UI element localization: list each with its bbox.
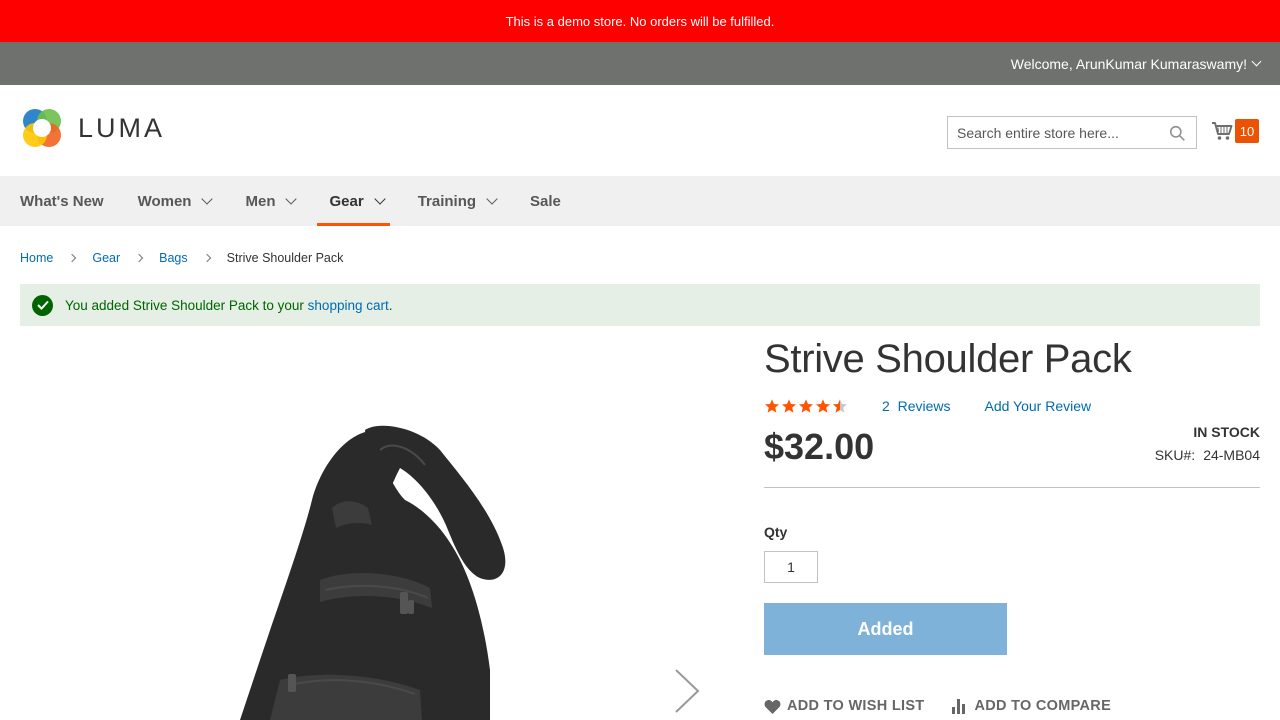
- cart-icon: [1212, 122, 1233, 140]
- add-to-wishlist-link[interactable]: ADD TO WISH LIST: [764, 698, 924, 714]
- gallery-next-arrow-icon[interactable]: [672, 668, 702, 714]
- add-to-cart-button[interactable]: Added: [764, 603, 1007, 655]
- chevron-right-icon: [68, 253, 77, 263]
- minicart-button[interactable]: 10: [1211, 119, 1259, 143]
- nav-item-label: Gear: [329, 192, 364, 210]
- sku-value: 24-MB04: [1203, 447, 1260, 463]
- nav-item-label: Women: [137, 192, 192, 210]
- nav-item-label: What's New: [20, 192, 104, 210]
- price-row: $32.00 IN STOCK SKU#: 24-MB04: [764, 424, 1260, 472]
- chevron-right-icon: [134, 253, 144, 263]
- nav-item-sale[interactable]: Sale: [530, 176, 561, 226]
- nav-item-whats-new[interactable]: What's New: [20, 176, 104, 226]
- product-image: [240, 425, 506, 720]
- message-text: You added Strive Shoulder Pack to your: [65, 297, 308, 313]
- compare-label: ADD TO COMPARE: [974, 698, 1112, 714]
- product-title: Strive Shoulder Pack: [764, 337, 1132, 381]
- breadcrumb-gear[interactable]: Gear: [92, 251, 120, 265]
- chevron-down-icon: [374, 192, 386, 205]
- demo-notice-text: This is a demo store. No orders will be …: [505, 13, 775, 29]
- star-icon: [816, 399, 830, 413]
- star-icon: [782, 399, 796, 413]
- breadcrumb-home[interactable]: Home: [20, 251, 53, 265]
- star-half-icon: [833, 399, 847, 413]
- reviews-label: Reviews: [897, 398, 951, 414]
- product-price: $32.00: [764, 426, 875, 467]
- qty-label: Qty: [764, 524, 788, 540]
- check-icon: [32, 294, 53, 316]
- customer-menu-toggle[interactable]: Welcome, ArunKumar Kumaraswamy!: [1010, 55, 1262, 72]
- product-info: Strive Shoulder Pack 2 Reviews Add Your …: [764, 334, 1260, 714]
- nav-item-gear[interactable]: Gear: [317, 176, 390, 226]
- demo-notice-bar: This is a demo store. No orders will be …: [0, 0, 1280, 42]
- nav-item-label: Sale: [530, 192, 561, 210]
- logo-text: LUMA: [78, 112, 166, 143]
- nav-item-women[interactable]: Women: [137, 176, 214, 226]
- qty-input[interactable]: [764, 551, 818, 583]
- nav-item-label: Men: [245, 192, 276, 210]
- reviews-link[interactable]: 2 Reviews: [882, 398, 950, 414]
- heart-icon: [764, 699, 781, 714]
- breadcrumb-bags[interactable]: Bags: [159, 251, 188, 265]
- logo[interactable]: LUMA: [20, 106, 165, 150]
- welcome-text: Welcome, ArunKumar Kumaraswamy!: [1010, 55, 1247, 72]
- panel-header: Welcome, ArunKumar Kumaraswamy!: [0, 42, 1280, 85]
- product-reviews-summary: 2 Reviews Add Your Review: [764, 398, 1260, 414]
- product-gallery[interactable]: [20, 340, 730, 720]
- sku-label: SKU#:: [1154, 447, 1196, 463]
- wishlist-label: ADD TO WISH LIST: [787, 698, 925, 714]
- nav-item-training[interactable]: Training: [417, 176, 498, 226]
- success-message: You added Strive Shoulder Pack to your s…: [20, 284, 1260, 326]
- chevron-down-icon: [486, 192, 498, 205]
- star-icon: [765, 399, 779, 413]
- shopping-cart-link[interactable]: shopping cart: [308, 298, 389, 313]
- stock-status: IN STOCK: [1193, 424, 1260, 440]
- add-review-link[interactable]: Add Your Review: [984, 398, 1091, 414]
- main-navigation: What's New Women Men Gear Training Sale: [0, 176, 1280, 226]
- search-icon[interactable]: [1169, 125, 1186, 142]
- header-content: LUMA 10: [0, 85, 1280, 176]
- star-icon: [799, 399, 813, 413]
- chevron-down-icon: [1251, 56, 1262, 67]
- nav-item-men[interactable]: Men: [245, 176, 298, 226]
- rating-stars: [764, 398, 848, 414]
- nav-item-label: Training: [417, 192, 477, 210]
- cart-count-badge: 10: [1235, 119, 1259, 143]
- product-sku: SKU#: 24-MB04: [1155, 447, 1260, 463]
- product-social-actions: ADD TO WISH LIST ADD TO COMPARE: [764, 698, 1139, 714]
- chevron-right-icon: [202, 253, 211, 263]
- breadcrumb-current: Strive Shoulder Pack: [226, 251, 344, 265]
- reviews-count: 2: [882, 398, 890, 414]
- chevron-down-icon: [285, 192, 298, 205]
- breadcrumb: Home Gear Bags Strive Shoulder Pack: [20, 251, 343, 265]
- chevron-down-icon: [201, 192, 214, 205]
- compare-icon: [952, 698, 966, 714]
- add-to-compare-link[interactable]: ADD TO COMPARE: [952, 698, 1111, 714]
- luma-logo-icon: [23, 109, 61, 147]
- search-box: [947, 116, 1197, 149]
- message-text-end: .: [388, 297, 393, 313]
- divider: [764, 487, 1260, 488]
- search-input[interactable]: [957, 124, 1157, 141]
